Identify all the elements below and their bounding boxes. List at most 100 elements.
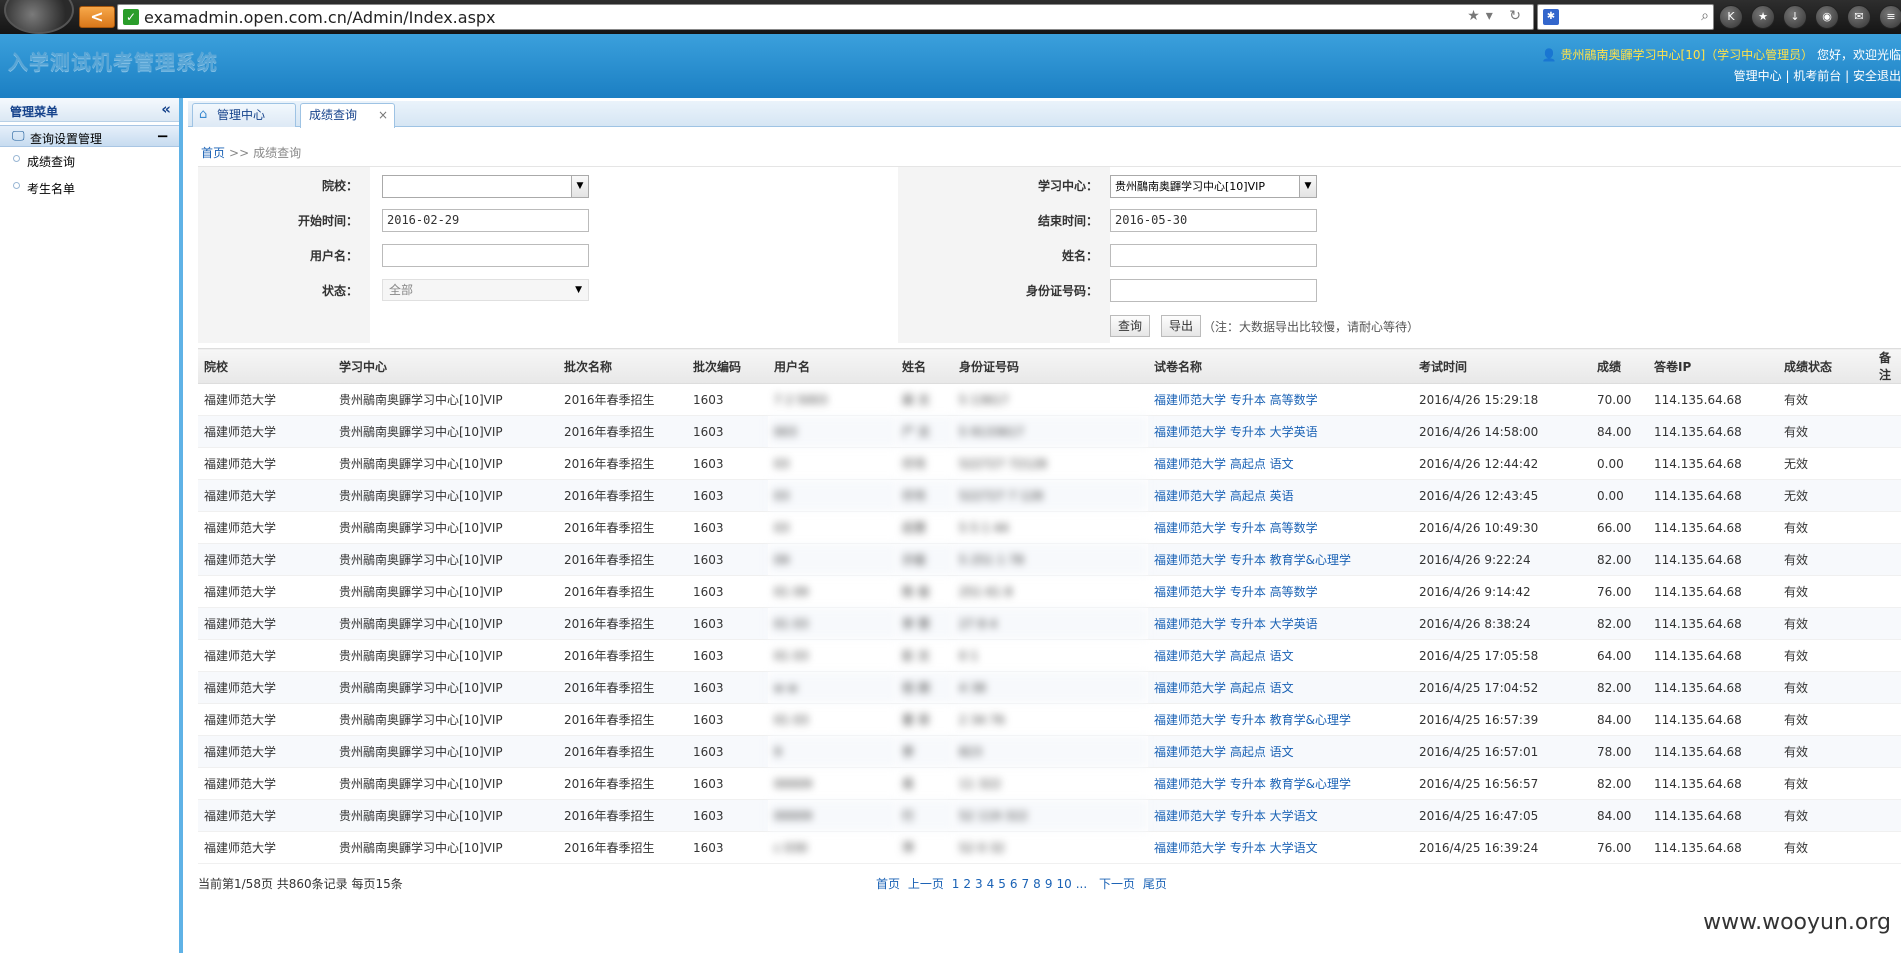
bookmark-star-icon[interactable]: ★ (1751, 5, 1775, 29)
pager-page-number[interactable]: 9 (1045, 877, 1053, 891)
table-cell (1873, 607, 1901, 640)
table-cell: 84.00 (1591, 799, 1648, 832)
table-cell[interactable]: 福建师范大学 专升本 大学英语 (1148, 607, 1413, 640)
sidebar-title: 管理菜单 (10, 105, 59, 119)
address-bar[interactable]: ✓ examadmin.open.com.cn/Admin/Index.aspx… (117, 4, 1534, 30)
pager-page-number[interactable]: 7 (1022, 877, 1030, 891)
pager-page-number[interactable]: 2 (963, 877, 971, 891)
table-cell[interactable]: 福建师范大学 高起点 语文 (1148, 447, 1413, 480)
table-row[interactable]: 福建师范大学 贵州鷊南奥鼲学习中心[10]VIP 2016年春季招生 1603 03 … (198, 511, 1901, 544)
table-cell: 114.135.64.68 (1648, 415, 1778, 448)
sidebar-item-student-list[interactable]: 考生名单 (0, 174, 179, 201)
table-row[interactable]: 福建师范大学 贵州鷊南奥鼲学习中心[10]VIP 2016年春季招生 1603 01 … (198, 703, 1901, 736)
table-cell[interactable]: 福建师范大学 专升本 高等数学 (1148, 511, 1413, 544)
username-input[interactable] (382, 244, 589, 267)
pager-page-number[interactable]: 5 (998, 877, 1006, 891)
table-row[interactable]: 福建师范大学 贵州鷊南奥鼲学习中心[10]VIP 2016年春季招生 1603 003… (198, 415, 1901, 448)
pager-last[interactable]: 尾页 (1143, 877, 1167, 891)
toolbar-k-icon[interactable]: K (1719, 5, 1743, 29)
table-cell: 贵州鷊南奥鼲学习中心[10]VIP (333, 639, 558, 672)
breadcrumb-home[interactable]: 首页 (201, 146, 225, 160)
table-cell[interactable]: 福建师范大学 高起点 语文 (1148, 671, 1413, 704)
tab-score-query[interactable]: 成绩查询 × (300, 103, 395, 128)
sidebar-group-query[interactable]: 🖵 查询设置管理 − (0, 125, 179, 147)
search-engine-icon[interactable]: ✱ (1543, 9, 1559, 25)
table-row[interactable]: 福建师范大学 贵州鷊南奥鼲学习中心[10]VIP 2016年春季招生 1603 000… (198, 767, 1901, 800)
sidebar-item-label[interactable]: 成绩查询 (27, 153, 75, 170)
name-input[interactable] (1110, 244, 1317, 267)
table-row[interactable]: 福建师范大学 贵州鷊南奥鼲学习中心[10]VIP 2016年春季招生 1603 03 … (198, 479, 1901, 512)
table-row[interactable]: 福建师范大学 贵州鷊南奥鼲学习中心[10]VIP 2016年春季招生 1603 09 … (198, 543, 1901, 576)
table-cell[interactable]: 福建师范大学 专升本 高等数学 (1148, 383, 1413, 416)
link-admin-center[interactable]: 管理中心 (1734, 69, 1782, 83)
table-cell[interactable]: 福建师范大学 高起点 语文 (1148, 639, 1413, 672)
tab-label[interactable]: 管理中心 (217, 104, 265, 126)
search-box[interactable]: ✱ ⌕ (1537, 4, 1714, 30)
table-row[interactable]: 福建师范大学 贵州鷊南奥鼲学习中心[10]VIP 2016年春季招生 1603 w w… (198, 671, 1901, 704)
table-row[interactable]: 福建师范大学 贵州鷊南奥鼲学习中心[10]VIP 2016年春季招生 1603 01 … (198, 639, 1901, 672)
idcard-input[interactable] (1110, 279, 1317, 302)
table-cell: 76.00 (1591, 831, 1648, 864)
center-select[interactable]: 贵州鷊南奥鼲学习中心[10]VIP ▼ (1110, 175, 1317, 198)
table-row[interactable]: 福建师范大学 贵州鷊南奥鼲学习中心[10]VIP 2016年春季招生 1603 9李 … (198, 735, 1901, 768)
pager-page-number[interactable]: 3 (975, 877, 983, 891)
table-cell[interactable]: 福建师范大学 专升本 教育学&心理学 (1148, 767, 1413, 800)
table-row[interactable]: 福建师范大学 贵州鷊南奥鼲学习中心[10]VIP 2016年春季招生 1603 01 … (198, 607, 1901, 640)
sidebar-item-score-query[interactable]: 成绩查询 (0, 147, 179, 174)
tab-label[interactable]: 成绩查询 (309, 104, 357, 126)
export-button[interactable]: 导出 (1161, 315, 1201, 337)
minus-icon[interactable]: − (156, 127, 169, 145)
table-cell[interactable]: 福建师范大学 高起点 语文 (1148, 735, 1413, 768)
search-icon[interactable]: ⌕ (1701, 8, 1709, 24)
collapse-icon[interactable]: « (161, 100, 171, 118)
table-cell[interactable]: 福建师范大学 专升本 教育学&心理学 (1148, 543, 1413, 576)
table-cell[interactable]: 福建师范大学 专升本 大学语文 (1148, 799, 1413, 832)
chat-icon[interactable]: ✉ (1847, 5, 1871, 29)
status-select[interactable]: 全部 ▼ (382, 279, 589, 301)
school-select[interactable]: ▼ (382, 175, 589, 198)
pager-next[interactable]: 下一页 (1099, 877, 1135, 891)
table-row[interactable]: 福建师范大学 贵州鷊南奥鼲学习中心[10]VIP 2016年春季招生 1603 7 2 … (198, 383, 1901, 416)
column-header: 用户名 (768, 348, 896, 384)
pager-page-number[interactable]: ... (1076, 877, 1087, 891)
url-text[interactable]: examadmin.open.com.cn/Admin/Index.aspx (144, 8, 496, 27)
link-logout[interactable]: 安全退出 (1853, 69, 1901, 83)
address-actions-icon[interactable]: ★▾ ↻ (1467, 8, 1527, 24)
table-row[interactable]: 福建师范大学 贵州鷊南奥鼲学习中心[10]VIP 2016年春季招生 1603 c 03… (198, 831, 1901, 864)
table-cell: 有效 (1778, 735, 1873, 768)
chevron-down-icon[interactable]: ▼ (1299, 176, 1316, 197)
table-cell[interactable]: 福建师范大学 高起点 英语 (1148, 479, 1413, 512)
table-row[interactable]: 福建师范大学 贵州鷊南奥鼲学习中心[10]VIP 2016年春季招生 1603 03 … (198, 447, 1901, 480)
table-cell: 福建师范大学 (198, 703, 333, 736)
table-cell[interactable]: 福建师范大学 专升本 教育学&心理学 (1148, 703, 1413, 736)
table-cell (1873, 415, 1901, 448)
pager-prev[interactable]: 上一页 (908, 877, 944, 891)
end-time-input[interactable]: 2016-05-30 (1110, 209, 1317, 232)
table-cell[interactable]: 福建师范大学 专升本 高等数学 (1148, 575, 1413, 608)
pager-page-number[interactable]: 4 (987, 877, 995, 891)
table-cell[interactable]: 福建师范大学 专升本 大学语文 (1148, 831, 1413, 864)
table-row[interactable]: 福建师范大学 贵州鷊南奥鼲学习中心[10]VIP 2016年春季招生 1603 000… (198, 799, 1901, 832)
pager-first[interactable]: 首页 (876, 877, 900, 891)
pager-page-number[interactable]: 10 (1056, 877, 1071, 891)
pager-page-number[interactable]: 6 (1010, 877, 1018, 891)
chevron-down-icon[interactable]: ▼ (571, 176, 588, 197)
chevron-down-icon[interactable]: ▼ (575, 280, 582, 300)
pager-page-number[interactable]: 1 (952, 877, 960, 891)
page-info: 当前第1/58页 共860条记录 每页15条 (198, 877, 403, 891)
pager-page-number[interactable]: 8 (1033, 877, 1041, 891)
extensions-icon[interactable]: ≡ (1879, 5, 1901, 29)
close-icon[interactable]: × (378, 104, 388, 126)
game-icon[interactable]: ◉ (1815, 5, 1839, 29)
table-cell: 有效 (1778, 511, 1873, 544)
table-row[interactable]: 福建师范大学 贵州鷊南奥鼲学习中心[10]VIP 2016年春季招生 1603 01 … (198, 575, 1901, 608)
download-icon[interactable]: ↓ (1783, 5, 1807, 29)
back-button[interactable]: < (79, 6, 115, 28)
start-time-input[interactable]: 2016-02-29 (382, 209, 589, 232)
tab-admin-center[interactable]: ⌂ 管理中心 (192, 103, 296, 127)
browser-logo-icon[interactable] (4, 0, 74, 34)
sidebar-item-label[interactable]: 考生名单 (27, 180, 75, 197)
link-exam-front[interactable]: 机考前台 (1793, 69, 1841, 83)
table-cell[interactable]: 福建师范大学 专升本 大学英语 (1148, 415, 1413, 448)
query-button[interactable]: 查询 (1110, 315, 1150, 337)
